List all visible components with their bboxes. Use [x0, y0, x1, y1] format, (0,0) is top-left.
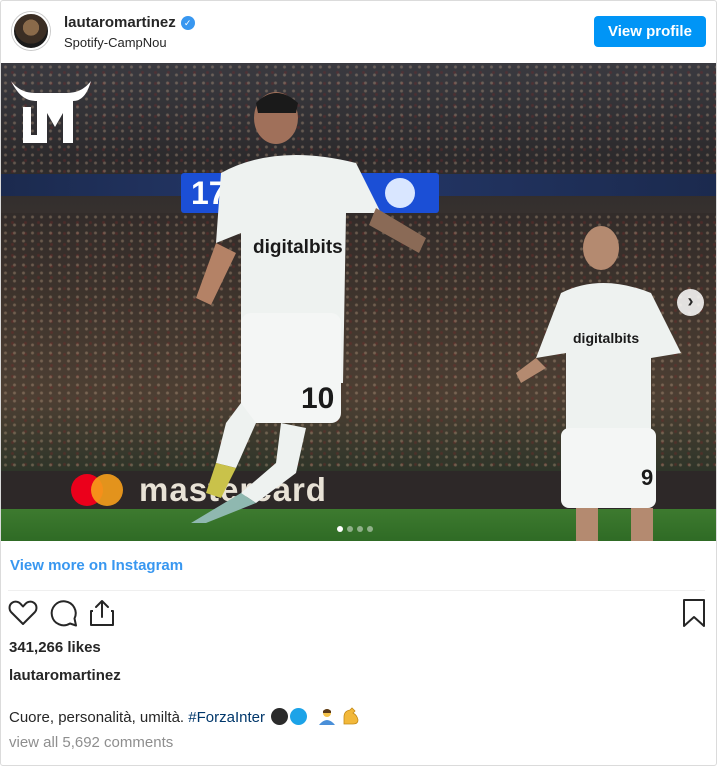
- person-gesturing-icon: [319, 709, 336, 725]
- username-row: lautaromartinez ✓: [64, 14, 195, 31]
- caption-username[interactable]: lautaromartinez: [9, 667, 121, 684]
- comment-icon[interactable]: [47, 597, 79, 629]
- carousel-dot: [357, 526, 363, 532]
- action-bar: [1, 597, 716, 631]
- post-header: lautaromartinez ✓ Spotify-CampNou View pr…: [1, 1, 716, 63]
- sponsor-right: digitalbits: [573, 330, 639, 346]
- player-number-right: 9: [641, 465, 653, 490]
- carousel-dot: [337, 526, 343, 532]
- blue-circle-icon: [290, 708, 308, 725]
- player-jumping: 10 digitalbits: [191, 92, 426, 523]
- flexed-biceps-icon: [344, 707, 359, 725]
- view-more-link[interactable]: View more on Instagram: [10, 557, 183, 574]
- bull-logo-icon: [11, 81, 91, 143]
- instagram-embed-card: lautaromartinez ✓ Spotify-CampNou View pr…: [0, 0, 717, 766]
- divider: [8, 590, 705, 591]
- likes-count[interactable]: 341,266 likes: [9, 639, 101, 656]
- bookmark-icon[interactable]: [678, 597, 710, 629]
- caption-text: Cuore, personalità, umiltà. #ForzaInter: [9, 707, 361, 726]
- player-number-left: 10: [301, 382, 334, 415]
- location-link[interactable]: Spotify-CampNou: [64, 35, 167, 50]
- view-all-comments-link[interactable]: view all 5,692 comments: [9, 734, 173, 751]
- sponsor-left: digitalbits: [253, 237, 343, 258]
- player-running: 9 digitalbits: [516, 226, 681, 541]
- carousel-dot: [367, 526, 373, 532]
- share-icon[interactable]: [86, 597, 118, 629]
- black-circle-icon: [271, 708, 289, 725]
- verified-badge-icon: ✓: [180, 16, 195, 30]
- hashtag-link[interactable]: #ForzaInter: [188, 709, 265, 726]
- carousel-dot: [347, 526, 353, 532]
- caption-body: Cuore, personalità, umiltà.: [9, 709, 185, 726]
- avatar[interactable]: [12, 12, 50, 50]
- carousel-dots: [337, 519, 377, 532]
- post-photo[interactable]: 17 mastercard 10 digitalbits 9 digitalbi…: [1, 63, 716, 541]
- view-profile-button[interactable]: View profile: [594, 16, 706, 47]
- heart-icon[interactable]: [7, 597, 39, 629]
- carousel-next-chevron-icon[interactable]: ›: [677, 289, 704, 316]
- mastercard-logo-icon: [71, 474, 131, 506]
- username-link[interactable]: lautaromartinez: [64, 14, 176, 31]
